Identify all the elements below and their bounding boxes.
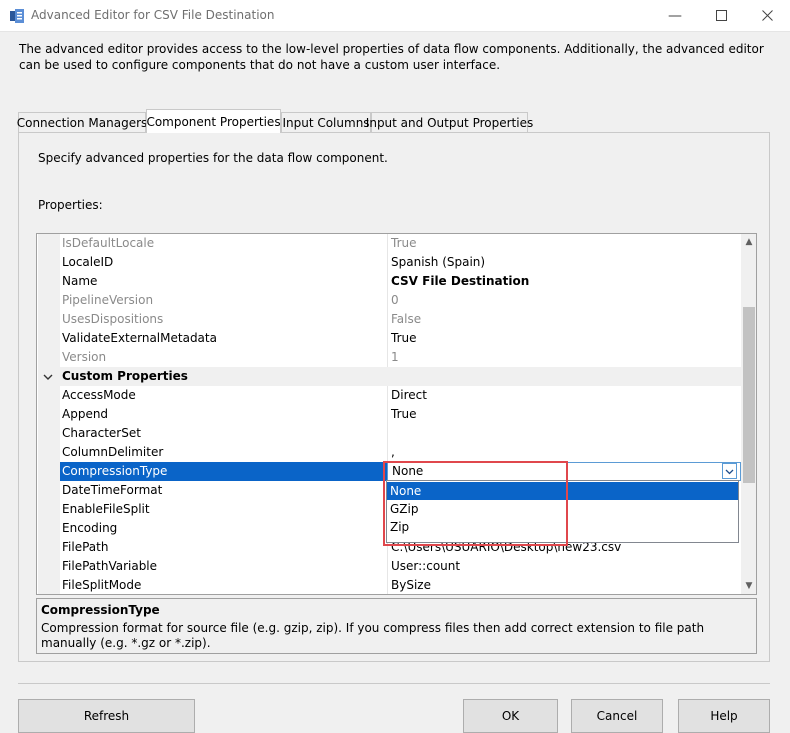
close-icon <box>761 10 773 21</box>
property-row[interactable]: CharacterSet <box>60 424 741 443</box>
property-name: CharacterSet <box>62 426 141 440</box>
ok-button[interactable]: OK <box>463 699 558 733</box>
property-row[interactable]: Append True <box>60 405 741 424</box>
property-help-box: CompressionType Compression format for s… <box>36 598 757 654</box>
property-name: Encoding <box>62 521 118 535</box>
divider <box>18 683 770 684</box>
category-custom-properties[interactable]: Custom Properties <box>38 367 741 386</box>
maximize-button[interactable] <box>698 0 744 31</box>
property-value: Spanish (Spain) <box>391 255 486 269</box>
property-name: Version <box>62 350 107 364</box>
property-name: FilePathVariable <box>62 559 158 573</box>
property-name: IsDefaultLocale <box>62 236 155 250</box>
property-value: True <box>391 236 417 250</box>
property-row[interactable]: ValidateExternalMetadata True <box>60 329 741 348</box>
highlight-annotation-box <box>383 461 568 546</box>
panel-instruction: Specify advanced properties for the data… <box>38 151 388 165</box>
help-title: CompressionType <box>41 603 160 617</box>
property-row[interactable]: UsesDispositions False <box>60 310 741 329</box>
close-button[interactable] <box>744 0 790 31</box>
property-value: CSV File Destination <box>391 274 530 288</box>
property-value: User::count <box>391 559 461 573</box>
property-name: UsesDispositions <box>62 312 164 326</box>
property-row[interactable]: AccessMode Direct <box>60 386 741 405</box>
minimize-icon: — <box>668 7 682 24</box>
refresh-button[interactable]: Refresh <box>18 699 195 733</box>
title-bar: Advanced Editor for CSV File Destination… <box>0 0 790 32</box>
chevron-down-icon <box>725 469 734 474</box>
scroll-down-icon[interactable]: ▼ <box>741 578 756 594</box>
property-name: Append <box>62 407 109 421</box>
app-icon <box>10 9 24 23</box>
property-value: BySize <box>391 578 431 592</box>
property-row[interactable]: FilePathVariable User::count <box>60 557 741 576</box>
tab-input-output-properties[interactable]: Input and Output Properties <box>366 112 533 132</box>
property-name: PipelineVersion <box>62 293 154 307</box>
property-value: True <box>391 407 417 421</box>
property-name: Name <box>62 274 98 288</box>
chevron-down-icon[interactable] <box>43 372 53 382</box>
properties-label: Properties: <box>38 198 103 212</box>
help-button[interactable]: Help <box>678 699 770 733</box>
maximize-icon <box>715 10 727 21</box>
tab-input-columns[interactable]: Input Columns <box>281 112 371 132</box>
property-name: DateTimeFormat <box>62 483 163 497</box>
property-value: 0 <box>391 293 399 307</box>
dropdown-arrow-button[interactable] <box>722 463 737 479</box>
scroll-up-icon[interactable]: ▲ <box>741 234 756 250</box>
category-label: Custom Properties <box>62 369 188 383</box>
scrollbar-thumb[interactable] <box>743 307 755 483</box>
property-name: ColumnDelimiter <box>62 445 164 459</box>
property-name: ValidateExternalMetadata <box>62 331 217 345</box>
editor-description: The advanced editor provides access to t… <box>19 42 764 72</box>
tab-component-properties[interactable]: Component Properties <box>146 109 281 133</box>
property-row[interactable]: Name CSV File Destination <box>60 272 741 291</box>
property-value: 1 <box>391 350 399 364</box>
property-row[interactable]: IsDefaultLocale True <box>60 234 741 253</box>
cancel-button[interactable]: Cancel <box>571 699 663 733</box>
property-name: FilePath <box>62 540 109 554</box>
grid-gutter <box>38 234 60 594</box>
minimize-button[interactable]: — <box>652 0 698 31</box>
help-description: Compression format for source file (e.g.… <box>41 621 705 650</box>
property-value: , <box>391 445 395 459</box>
tab-connection-managers[interactable]: Connection Managers <box>17 112 147 132</box>
property-row[interactable]: Version 1 <box>60 348 741 367</box>
property-row[interactable]: FileSplitMode BySize <box>60 576 741 594</box>
property-name: CompressionType <box>62 464 168 478</box>
property-row[interactable]: PipelineVersion 0 <box>60 291 741 310</box>
property-value: True <box>391 331 417 345</box>
window-title: Advanced Editor for CSV File Destination <box>31 8 275 22</box>
property-name: FileSplitMode <box>62 578 142 592</box>
property-value: Direct <box>391 388 427 402</box>
property-value: False <box>391 312 422 326</box>
property-row[interactable]: ColumnDelimiter , <box>60 443 741 462</box>
property-name: EnableFileSplit <box>62 502 150 516</box>
property-name: AccessMode <box>62 388 136 402</box>
property-row[interactable]: LocaleID Spanish (Spain) <box>60 253 741 272</box>
property-name: LocaleID <box>62 255 114 269</box>
